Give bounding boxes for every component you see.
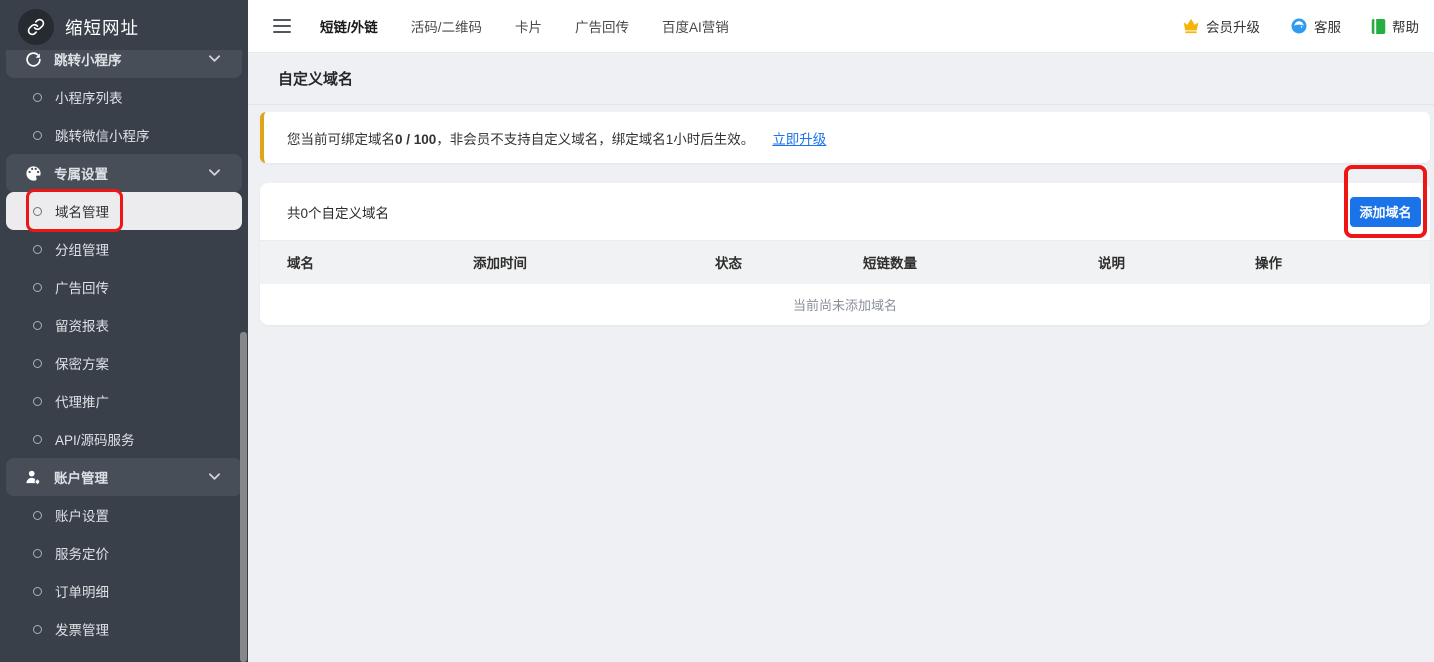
domains-panel: 共0个自定义域名 添加域名 域名添加时间状态短链数量说明操作 当前尚未添加域名: [260, 183, 1430, 325]
tab[interactable]: 活码/二维码: [411, 16, 482, 36]
bullet-icon: [33, 511, 42, 520]
sidebar-item[interactable]: 订单明细: [6, 572, 242, 610]
link-icon: [18, 9, 54, 45]
sidebar-item[interactable]: 跳转微信小程序: [6, 116, 242, 154]
sidebar-item[interactable]: 小程序列表: [6, 78, 242, 116]
alert-text: 您当前可绑定域名: [287, 132, 395, 147]
upgrade-membership-button[interactable]: 会员升级: [1182, 16, 1260, 36]
column-header: 说明: [1071, 241, 1228, 284]
sidebar: 跳转小程序 小程序列表 跳转微信小程序 专属设置 域名管理 分组管理 广告回传 …: [0, 0, 248, 662]
topbar-tabs: 短链/外链 活码/二维码 卡片 广告回传 百度AI营销: [320, 16, 729, 36]
bullet-icon: [33, 131, 42, 140]
tab[interactable]: 百度AI营销: [662, 16, 729, 36]
content: 您当前可绑定域名0 / 100，非会员不支持自定义域名，绑定域名1小时后生效。 …: [248, 105, 1434, 325]
column-header: 短链数量: [836, 241, 1071, 284]
column-header: 域名: [260, 241, 446, 284]
bullet-icon: [33, 625, 42, 634]
bullet-icon: [33, 435, 42, 444]
sidebar-item[interactable]: API/源码服务: [6, 420, 242, 458]
chevron-down-icon: [209, 473, 220, 481]
bullet-icon: [33, 549, 42, 558]
alert-text-suffix: ，非会员不支持自定义域名，绑定域名1小时后生效。: [436, 132, 754, 147]
bullet-icon: [33, 207, 42, 216]
sidebar-scrollbar-thumb[interactable]: [240, 332, 247, 662]
bullet-icon: [33, 587, 42, 596]
sidebar-item[interactable]: 留资报表: [6, 306, 242, 344]
add-domain-button[interactable]: 添加域名: [1350, 197, 1421, 227]
column-header: 状态: [688, 241, 836, 284]
sidebar-section[interactable]: 专属设置: [6, 154, 242, 192]
sidebar-item[interactable]: 广告回传: [6, 268, 242, 306]
bullet-icon: [33, 245, 42, 254]
sidebar-item[interactable]: 代理推广: [6, 382, 242, 420]
sidebar-nav: 跳转小程序 小程序列表 跳转微信小程序 专属设置 域名管理 分组管理 广告回传 …: [0, 40, 248, 648]
domains-panel-header: 共0个自定义域名 添加域名: [260, 183, 1430, 240]
domains-table: 域名添加时间状态短链数量说明操作 当前尚未添加域名: [260, 240, 1430, 325]
empty-state-text: 当前尚未添加域名: [260, 284, 1430, 325]
upgrade-now-link[interactable]: 立即升级: [772, 128, 826, 148]
chevron-down-icon: [209, 169, 220, 177]
quota-alert: 您当前可绑定域名0 / 100，非会员不支持自定义域名，绑定域名1小时后生效。 …: [260, 112, 1430, 163]
table-empty-row: 当前尚未添加域名: [260, 284, 1430, 325]
topbar: 短链/外链 活码/二维码 卡片 广告回传 百度AI营销 会员升级 客服 帮助: [248, 0, 1434, 53]
sidebar-item[interactable]: 分组管理: [6, 230, 242, 268]
customer-service-icon: [1290, 17, 1308, 35]
sidebar-item[interactable]: 域名管理: [6, 192, 242, 230]
app-logo: 缩短网址: [0, 0, 248, 50]
main-area: 短链/外链 活码/二维码 卡片 广告回传 百度AI营销 会员升级 客服 帮助 自定义域名…: [248, 0, 1434, 662]
user-gear-icon: [25, 469, 42, 486]
domain-count-text: 共0个自定义域名: [287, 202, 389, 222]
sidebar-item[interactable]: 服务定价: [6, 534, 242, 572]
chevron-down-icon: [209, 55, 220, 63]
palette-icon: [25, 165, 42, 182]
hamburger-menu-icon[interactable]: [273, 19, 291, 33]
bullet-icon: [33, 283, 42, 292]
page-title: 自定义域名: [278, 68, 353, 89]
customer-service-button[interactable]: 客服: [1290, 16, 1341, 36]
app-title: 缩短网址: [65, 15, 139, 40]
sidebar-item[interactable]: 保密方案: [6, 344, 242, 382]
bullet-icon: [33, 359, 42, 368]
topbar-actions: 会员升级 客服 帮助: [1182, 16, 1419, 36]
tab[interactable]: 短链/外链: [320, 16, 378, 36]
bullet-icon: [33, 397, 42, 406]
column-header: 操作: [1228, 241, 1430, 284]
sidebar-section[interactable]: 账户管理: [6, 458, 242, 496]
sidebar-item[interactable]: 发票管理: [6, 610, 242, 648]
help-button[interactable]: 帮助: [1371, 16, 1419, 36]
quota-value: 0 / 100: [395, 132, 436, 147]
bullet-icon: [33, 93, 42, 102]
bullet-icon: [33, 321, 42, 330]
tab[interactable]: 卡片: [515, 16, 542, 36]
sidebar-item[interactable]: 账户设置: [6, 496, 242, 534]
mini-program-icon: [25, 51, 42, 68]
page-header: 自定义域名: [248, 53, 1434, 105]
crown-icon: [1182, 18, 1200, 34]
column-header: 添加时间: [446, 241, 688, 284]
tab[interactable]: 广告回传: [575, 16, 629, 36]
help-icon: [1371, 18, 1386, 35]
table-header-row: 域名添加时间状态短链数量说明操作: [260, 241, 1430, 284]
